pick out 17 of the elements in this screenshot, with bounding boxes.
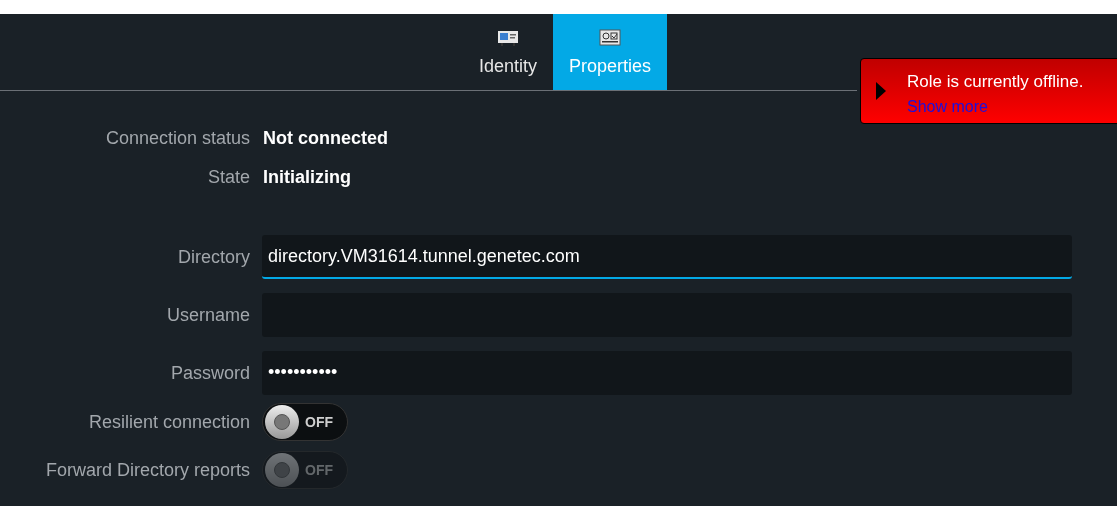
toggle-switch[interactable]: OFF	[262, 403, 348, 441]
input-field[interactable]: •••••••••••	[262, 351, 1072, 395]
id-card-icon	[496, 29, 519, 47]
status-value: Not connected	[263, 127, 388, 150]
checklist-icon	[599, 29, 621, 47]
field-label: Directory	[177, 245, 250, 269]
tab[interactable]: Identity	[462, 14, 553, 90]
status-label: State	[206, 166, 250, 189]
input-field[interactable]: directory.VM31614.tunnel.genetec.com	[262, 235, 1072, 279]
play-arrow-icon	[875, 81, 887, 101]
status-value: Initializing	[263, 166, 351, 189]
field-label: Username	[165, 303, 250, 327]
toggle-label: Resilient connection	[87, 410, 250, 434]
toggle-label: Forward Directory reports	[44, 458, 250, 482]
notification-message: Role is currently offline.	[907, 71, 1084, 93]
field-label: Password	[169, 361, 250, 385]
status-label: Connection status	[104, 127, 250, 150]
